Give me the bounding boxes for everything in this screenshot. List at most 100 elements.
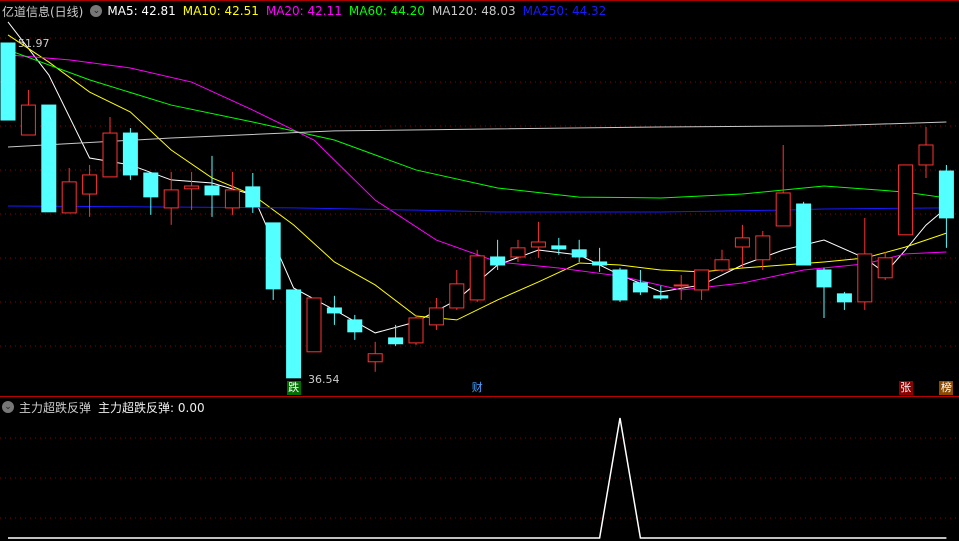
candle-body: [449, 283, 465, 309]
ma250-label: MA250: 44.32: [522, 4, 607, 18]
candle: [143, 172, 159, 215]
candle: [612, 267, 628, 302]
candle-body: [367, 353, 383, 363]
candle: [898, 164, 914, 236]
candle-body: [632, 282, 648, 293]
candle-body: [184, 185, 200, 190]
candle-body: [490, 256, 506, 266]
event-marker[interactable]: 跌: [286, 381, 301, 395]
candle-body: [714, 259, 730, 271]
candle: [265, 222, 281, 300]
candle: [82, 164, 98, 217]
candle-body: [673, 284, 689, 287]
candle: [714, 249, 730, 272]
candle-body: [143, 172, 159, 198]
candle-body: [898, 164, 914, 236]
candle: [286, 289, 302, 379]
indicator-name: 主力超跌反弹: [19, 400, 92, 415]
candle: [490, 239, 506, 270]
candle-body: [122, 132, 138, 176]
ma60-label: MA60: 44.20: [348, 4, 425, 18]
candle: [122, 128, 138, 180]
candle-body: [286, 289, 302, 379]
candle: [326, 295, 342, 325]
candle: [41, 104, 57, 213]
candle-body: [306, 297, 322, 353]
candle: [571, 239, 587, 262]
chart-header: 亿道信息(日线) ⌄ MA5: 42.81 MA10: 42.51 MA20: …: [2, 2, 613, 20]
candle: [530, 221, 546, 258]
candle: [61, 167, 77, 214]
candle-body: [836, 293, 852, 303]
candle: [510, 239, 526, 262]
candle-body: [796, 203, 812, 266]
candle-body: [388, 337, 404, 345]
price-chart[interactable]: [0, 0, 959, 541]
low-price-label: 36.54: [308, 373, 340, 386]
candle-body: [571, 249, 587, 258]
candle-body: [510, 247, 526, 258]
candle: [938, 164, 954, 248]
event-marker[interactable]: 财: [470, 381, 484, 395]
high-price-label: 51.97: [18, 37, 50, 50]
candle-body: [265, 222, 281, 290]
candle-body: [918, 144, 934, 166]
candle-body: [816, 269, 832, 288]
candle: [877, 251, 893, 280]
candle: [388, 324, 404, 346]
candle: [245, 172, 261, 213]
candle-body: [857, 253, 873, 303]
event-marker[interactable]: 榜: [939, 381, 954, 395]
candle-body: [592, 261, 608, 266]
candle: [836, 291, 852, 310]
candle: [592, 247, 608, 272]
stock-title: 亿道信息(日线): [2, 4, 84, 19]
event-marker[interactable]: 张: [898, 381, 913, 395]
panel-divider[interactable]: [0, 396, 959, 397]
candle: [224, 171, 240, 215]
candle: [184, 171, 200, 210]
candle-body: [20, 104, 36, 136]
candle-body: [755, 235, 771, 261]
candle-body: [82, 174, 98, 195]
candle-body: [938, 170, 954, 219]
candle-body: [224, 189, 240, 209]
chevron-down-icon[interactable]: ⌄: [2, 401, 14, 413]
candle: [816, 267, 832, 318]
candle-body: [245, 186, 261, 208]
candle: [469, 249, 485, 302]
candle-body: [163, 189, 179, 209]
candle: [449, 269, 465, 310]
candle-body: [734, 237, 750, 248]
candle: [306, 297, 322, 353]
candle: [428, 297, 444, 330]
chevron-down-icon[interactable]: ⌄: [90, 5, 103, 17]
candle: [694, 269, 710, 300]
candle: [408, 314, 424, 345]
candle-body: [347, 319, 363, 333]
candle-body: [0, 42, 16, 121]
ma5-label: MA5: 42.81: [107, 4, 176, 18]
candle: [632, 269, 648, 295]
candle-body: [877, 257, 893, 279]
candle-body: [775, 192, 791, 227]
ma20-label: MA20: 42.11: [265, 4, 342, 18]
indicator-value: 主力超跌反弹: 0.00: [98, 400, 205, 415]
candle: [796, 201, 812, 266]
candle: [0, 42, 16, 121]
candles: [0, 42, 954, 379]
indicator-header: ⌄ 主力超跌反弹 主力超跌反弹: 0.00: [2, 398, 212, 416]
candle-body: [61, 181, 77, 214]
candle-body: [326, 307, 342, 314]
candle: [734, 224, 750, 268]
candle-body: [428, 307, 444, 326]
ma120-label: MA120: 48.03: [431, 4, 516, 18]
candle-body: [694, 269, 710, 291]
candle-body: [530, 241, 546, 248]
candle: [755, 230, 771, 270]
candle-body: [204, 185, 220, 196]
candle: [20, 89, 36, 136]
candle-body: [408, 317, 424, 344]
candle: [653, 285, 669, 300]
candle-body: [612, 269, 628, 301]
